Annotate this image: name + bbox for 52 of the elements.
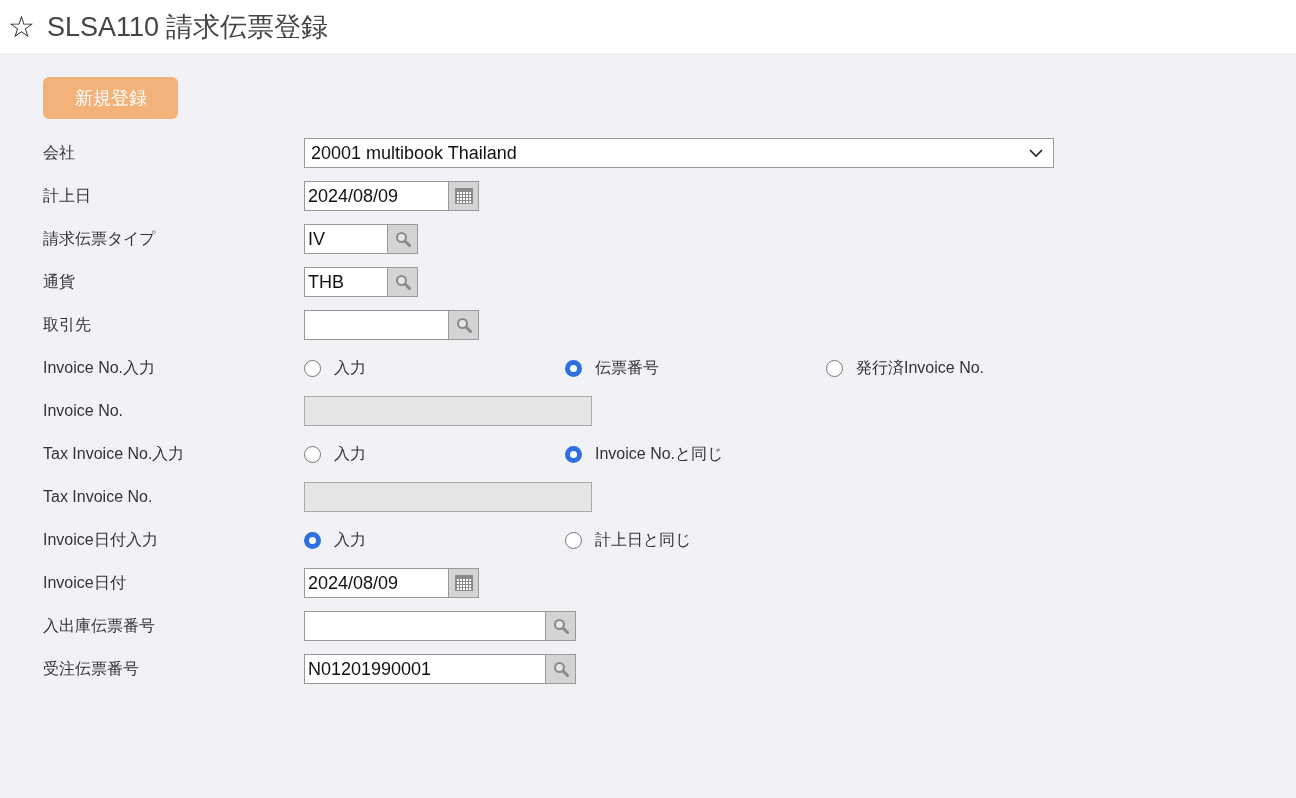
page-title: SLSA110 請求伝票登録 [46, 10, 329, 44]
lookup-field[interactable]: IV [304, 224, 388, 254]
radio-label[interactable]: 入力 [334, 357, 366, 379]
search-icon [552, 661, 569, 677]
radio-button[interactable] [565, 531, 582, 549]
search-button[interactable] [449, 310, 479, 340]
calendar-button[interactable] [449, 568, 479, 598]
search-button[interactable] [546, 654, 576, 684]
radio-button[interactable] [304, 445, 321, 463]
radio-label[interactable]: 入力 [334, 443, 366, 465]
radio-label[interactable]: 発行済Invoice No. [856, 357, 985, 379]
field-label: Invoice No.入力 [43, 357, 157, 378]
date-field[interactable]: 2024/08/09 [304, 568, 449, 598]
field-label: Invoice日付入力 [43, 529, 159, 550]
chevron-down-icon [1029, 148, 1043, 158]
search-button[interactable] [388, 224, 418, 254]
field-label: Tax Invoice No. [43, 488, 154, 506]
radio-button[interactable] [565, 445, 582, 463]
field-label: 受注伝票番号 [43, 658, 140, 679]
search-button[interactable] [388, 267, 418, 297]
lookup-field[interactable] [304, 310, 449, 340]
calendar-button[interactable] [449, 181, 479, 211]
lookup-field[interactable]: THB [304, 267, 388, 297]
radio-label[interactable]: 計上日と同じ [595, 529, 691, 551]
field-label: 入出庫伝票番号 [43, 615, 156, 636]
radio-button[interactable] [304, 359, 321, 377]
radio-button[interactable] [826, 359, 843, 377]
lookup-field[interactable]: N01201990001 [304, 654, 546, 684]
search-icon [394, 231, 411, 247]
company-dropdown[interactable]: 20001 multibook Thailand [304, 138, 1054, 168]
favorite-star-icon[interactable]: ☆ [8, 11, 35, 42]
field-label: Invoice日付 [43, 572, 127, 593]
field-label: 会社 [43, 142, 76, 163]
field-label: 請求伝票タイプ [43, 228, 157, 249]
search-icon [394, 274, 411, 290]
search-button[interactable] [546, 611, 576, 641]
radio-label[interactable]: Invoice No.と同じ [595, 443, 724, 465]
search-icon [455, 317, 472, 333]
field-label: 計上日 [43, 185, 92, 206]
lookup-field[interactable] [304, 611, 546, 641]
radio-button[interactable] [304, 531, 321, 549]
date-field[interactable]: 2024/08/09 [304, 181, 449, 211]
field-label: Tax Invoice No.入力 [43, 443, 186, 464]
field-label: Invoice No. [43, 402, 125, 420]
radio-label[interactable]: 伝票番号 [595, 357, 659, 379]
calendar-icon [454, 188, 473, 204]
field-label: 取引先 [43, 314, 92, 335]
search-icon [552, 618, 569, 634]
radio-button[interactable] [565, 359, 582, 377]
field-label: 通貨 [43, 271, 76, 292]
calendar-icon [454, 575, 473, 591]
radio-label[interactable]: 入力 [334, 529, 366, 551]
